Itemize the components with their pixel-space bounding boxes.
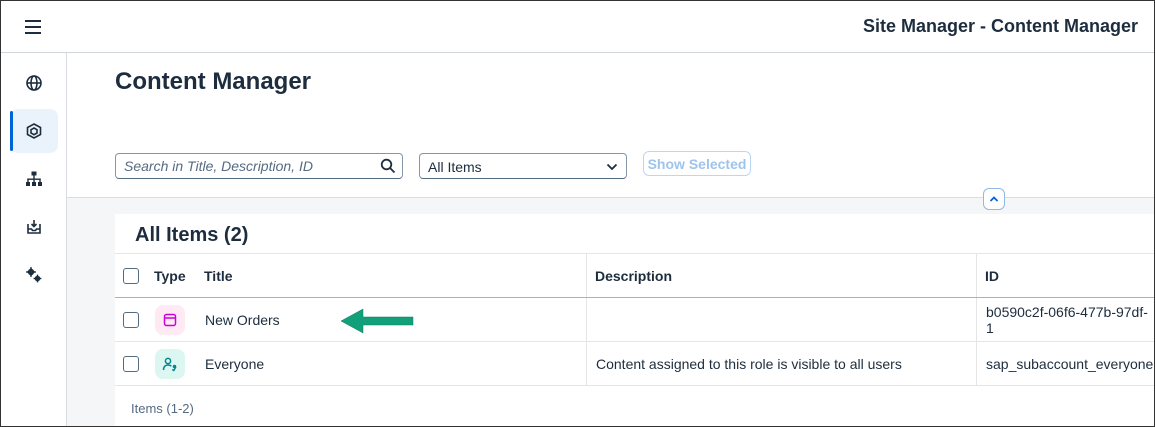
nav-item-inbox[interactable]	[10, 205, 58, 249]
row-checkbox[interactable]	[123, 311, 139, 328]
chevron-up-icon	[989, 196, 999, 202]
role-person-icon	[155, 348, 185, 379]
nav-item-settings[interactable]	[10, 253, 58, 297]
column-header-type[interactable]: Type	[154, 254, 186, 297]
column-header-description[interactable]: Description	[595, 254, 672, 297]
inbox-download-icon	[27, 220, 41, 234]
item-filter-select[interactable]: All Items	[419, 153, 627, 179]
table-row[interactable]: New Orders b0590c2f-06f6-477b-97df-1	[115, 298, 1154, 342]
table-row[interactable]: Everyone Content assigned to this role i…	[115, 342, 1154, 386]
items-count: Items (1-2)	[131, 401, 194, 416]
search-input[interactable]	[116, 154, 366, 178]
select-all-checkbox[interactable]	[123, 267, 139, 284]
app-window-icon	[155, 304, 185, 335]
row-select-cell	[123, 298, 139, 341]
row-select-cell	[123, 342, 139, 385]
table-title: All Items (2)	[135, 224, 249, 246]
row-title[interactable]: Everyone	[205, 342, 264, 385]
type-cell	[155, 342, 185, 385]
nav-item-globe[interactable]	[10, 61, 58, 105]
chevron-down-icon	[606, 163, 618, 171]
hamburger-menu-icon[interactable]	[19, 15, 47, 39]
collapse-header-button[interactable]	[983, 188, 1005, 210]
type-cell	[155, 298, 185, 341]
search-field[interactable]	[115, 153, 403, 179]
row-id: sap_subaccount_everyone	[986, 355, 1154, 372]
column-header-title[interactable]: Title	[204, 254, 233, 297]
hierarchy-icon	[26, 171, 42, 186]
page-header: Content Manager All Items Show Selected	[67, 53, 1154, 198]
main-content: Content Manager All Items Show Selected	[67, 53, 1154, 426]
table-header-row: Type Title Description ID	[115, 253, 1154, 298]
nav-item-hierarchy[interactable]	[10, 157, 58, 201]
column-header-id[interactable]: ID	[985, 254, 999, 297]
select-value: All Items	[428, 159, 482, 175]
annotation-arrow-icon	[341, 308, 414, 334]
row-description: Content assigned to this role is visible…	[596, 355, 902, 372]
window-frame: Site Manager - Content Manager Content M…	[0, 0, 1155, 427]
page-title: Content Manager	[115, 68, 312, 95]
app-title: Site Manager - Content Manager	[862, 16, 1138, 36]
settings-gears-icon	[26, 267, 42, 283]
select-all-cell	[123, 254, 139, 297]
row-checkbox[interactable]	[123, 355, 139, 372]
row-id: b0590c2f-06f6-477b-97df-1	[986, 303, 1148, 336]
search-icon[interactable]	[380, 158, 396, 174]
content-table: All Items (2) Type Title Description ID	[115, 214, 1154, 426]
row-title[interactable]: New Orders	[205, 298, 280, 341]
nav-item-content-manager[interactable]	[10, 109, 58, 153]
content-manager-icon	[26, 123, 42, 139]
show-selected-button[interactable]: Show Selected	[643, 151, 751, 176]
globe-icon	[26, 75, 42, 91]
shell-bar: Site Manager - Content Manager	[1, 1, 1154, 53]
side-navigation	[1, 53, 67, 426]
